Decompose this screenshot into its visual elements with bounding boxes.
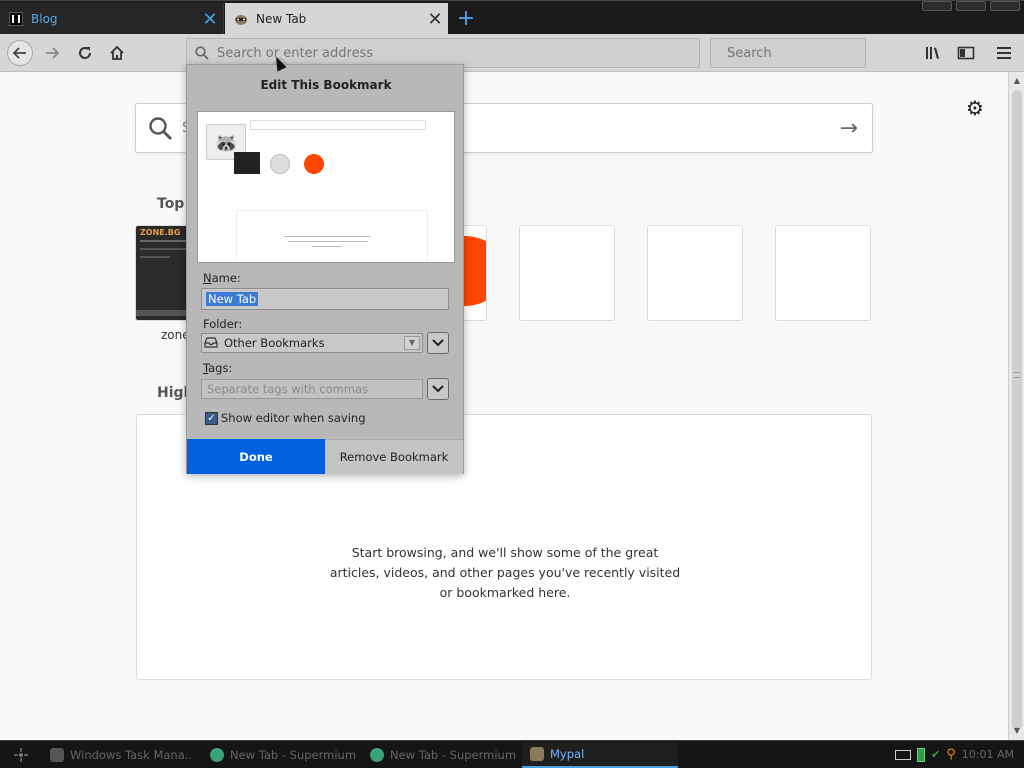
library-icon [926,47,939,59]
sidebar-button[interactable] [952,39,980,67]
taskbar-item-mypal[interactable]: Mypal [522,741,678,768]
folder-tree-expander[interactable] [427,332,449,354]
forward-arrow-icon [46,47,59,59]
window-controls [922,1,1024,13]
raccoon-icon [233,11,249,27]
taskbar: Windows Task Mana.. New Tab - Supermium … [0,740,1024,768]
scroll-down-arrow-icon[interactable]: ▼ [1009,724,1024,738]
name-label: Name: [203,271,241,285]
hamburger-menu-icon [997,47,1011,59]
reddit-logo [304,154,324,174]
clock[interactable]: 10:01 AM [962,748,1014,761]
show-editor-checkbox[interactable]: ✓ [205,412,218,425]
task-manager-icon [50,747,64,762]
folder-label: Folder: [203,317,243,331]
edit-bookmark-panel: Edit This Bookmark 🦝 Name: New Tab Folde… [186,64,464,474]
taskbar-item-label: New Tab - Supermium [390,747,517,762]
battery-icon[interactable] [917,747,926,762]
folder-value: Other Bookmarks [224,336,325,350]
panel-footer: Done Remove Bookmark [187,439,463,474]
taskbar-item-supermium-2[interactable]: New Tab - Supermium [362,742,518,768]
tile-thumbnail-text: ZONE.BG [140,228,181,237]
panel-title: Edit This Bookmark [260,78,392,92]
library-button[interactable] [920,39,948,67]
home-icon [110,45,124,60]
home-button[interactable] [103,39,131,67]
close-tab-icon[interactable]: ✕ [197,6,223,32]
reload-button[interactable] [71,39,99,67]
top-site-tile-empty [775,225,871,321]
close-window-button[interactable] [990,1,1020,11]
back-arrow-icon [7,40,33,66]
chevron-down-icon [432,339,444,347]
address-input[interactable] [217,45,699,61]
back-button[interactable] [6,39,34,67]
search-icon [195,46,209,60]
tags-expander[interactable] [427,378,449,400]
forward-button[interactable] [38,39,66,67]
raccoon-icon [530,746,544,761]
scroll-up-arrow-icon[interactable]: ▲ [1009,74,1024,88]
tags-label: Tags: [203,361,233,375]
supermium-icon [370,747,384,762]
new-tab-button[interactable]: + [452,5,480,31]
tab-blog[interactable]: Blog ✕ [0,3,224,35]
nav-toolbar [0,34,1024,72]
system-tray: ✔ ⚲ 10:01 AM [895,747,1024,762]
taskbar-item-supermium-1[interactable]: New Tab - Supermium [202,742,358,768]
search-tray-icon[interactable]: ⚲ [946,747,956,762]
scrollbar-thumb[interactable] [1012,90,1022,730]
start-menu-button[interactable] [0,741,42,768]
taskbar-item-label: Windows Task Mana.. [70,747,193,762]
bookmark-name-value: New Tab [206,292,259,306]
reload-icon [79,47,91,59]
bookmark-name-field[interactable]: New Tab [201,288,449,310]
show-editor-label[interactable]: Show editor when saving [221,411,366,425]
minimize-button[interactable] [922,1,952,11]
top-site-tile-empty [519,225,615,321]
search-icon [149,117,172,140]
menu-button[interactable] [990,39,1018,67]
remove-bookmark-button[interactable]: Remove Bookmark [325,439,463,474]
taskbar-item-task-manager[interactable]: Windows Task Mana.. [42,742,198,768]
blog-favicon-icon [8,11,24,27]
done-button[interactable]: Done [187,439,325,474]
chevron-down-icon [432,385,444,393]
folder-select[interactable]: Other Bookmarks ▼ [201,333,423,353]
start-icon [14,747,28,762]
close-tab-icon[interactable]: ✕ [422,6,448,32]
folder-tray-icon [204,336,220,351]
new-tab-page: ⚙ S → Top ZONE.BG zone High Start browsi… [0,72,1008,740]
page-scrollbar[interactable]: ▲ ▼ [1008,72,1024,740]
taskbar-item-label: New Tab - Supermium [230,747,357,762]
network-icon[interactable]: ✔ [931,748,940,761]
top-sites-heading: Top [157,196,185,212]
maximize-button[interactable] [956,1,986,11]
page-preview-thumbnail: 🦝 [197,111,455,263]
tab-title: New Tab [256,12,307,26]
arrow-right-icon[interactable]: → [840,116,858,141]
taskbar-item-label: Mypal [550,746,585,761]
wikipedia-logo [270,154,290,174]
tab-strip: Blog ✕ New Tab ✕ + [0,0,1024,35]
tab-new-tab[interactable]: New Tab ✕ [225,3,448,35]
empty-state-message: Start browsing, and we'll show some of t… [329,545,681,600]
keyboard-icon[interactable] [895,749,912,760]
dropdown-arrow-icon[interactable]: ▼ [404,336,420,350]
tab-title: Blog [31,12,58,26]
top-site-tile-empty [647,225,743,321]
gear-icon[interactable]: ⚙ [966,96,984,120]
tags-input[interactable]: Separate tags with commas [201,379,423,399]
search-input[interactable] [727,45,897,61]
sidebar-icon [957,46,975,60]
search-bar[interactable] [710,38,897,68]
supermium-icon [210,747,224,762]
